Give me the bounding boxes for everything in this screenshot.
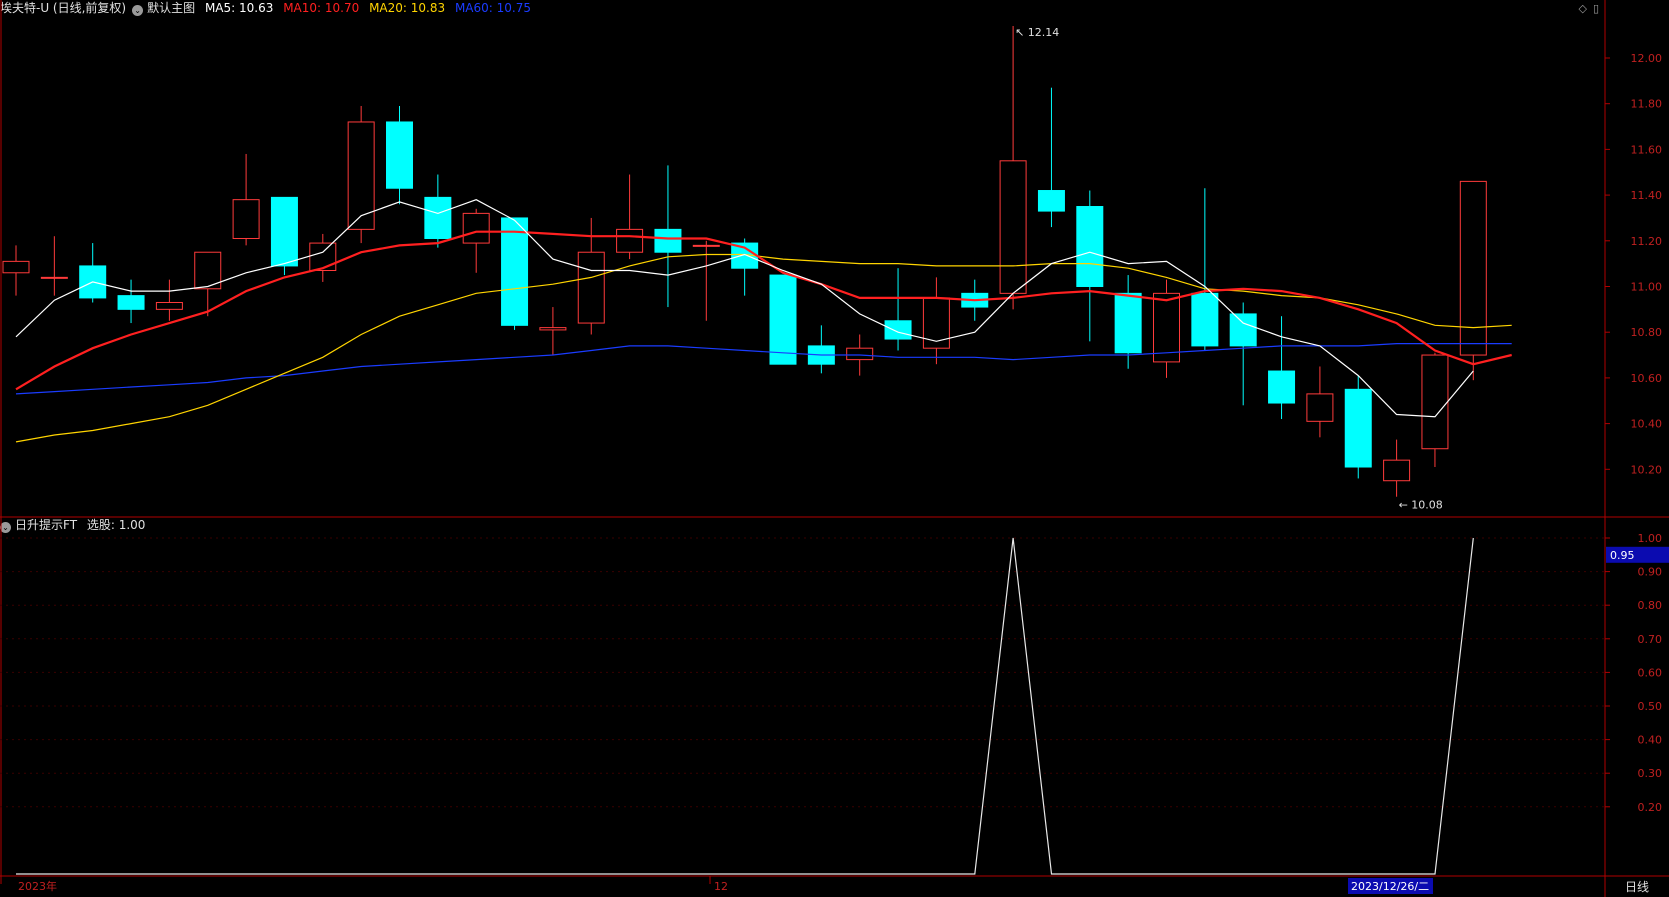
candle-body[interactable] <box>769 274 797 365</box>
candle-body[interactable] <box>270 196 298 267</box>
candle-body[interactable] <box>577 251 605 324</box>
indicator-tick-label: 0.80 <box>1638 599 1663 612</box>
indicator-tick-label: 0.50 <box>1638 700 1663 713</box>
indicator-tick-label: 1.00 <box>1638 532 1663 545</box>
candle-body[interactable] <box>1229 313 1257 347</box>
candle-body[interactable] <box>40 276 68 279</box>
period-label: 日线 <box>1625 880 1649 894</box>
candle-body[interactable] <box>309 242 337 271</box>
candle-body[interactable] <box>616 228 644 253</box>
candle-body[interactable] <box>1114 292 1142 354</box>
candle-body[interactable] <box>1421 354 1449 450</box>
candle-body[interactable] <box>1076 206 1104 287</box>
indicator-tick-label: 0.40 <box>1638 734 1663 747</box>
candle-body[interactable] <box>1459 180 1487 356</box>
candle-body[interactable] <box>155 301 183 310</box>
candle-body[interactable] <box>692 244 720 247</box>
indicator-tick-label: 0.60 <box>1638 666 1663 679</box>
indicator-tick-label: 0.20 <box>1638 801 1663 814</box>
price-tick-label: 11.80 <box>1631 98 1663 111</box>
candle-body[interactable] <box>2 260 30 274</box>
high-price-marker: ↖ 12.14 <box>1015 26 1059 39</box>
indicator-tick-label: 0.30 <box>1638 767 1663 780</box>
candle-body[interactable] <box>999 160 1027 294</box>
candle-body[interactable] <box>1383 459 1411 482</box>
price-tick-label: 10.40 <box>1631 418 1663 431</box>
candle-body[interactable] <box>1191 292 1219 347</box>
x-label-month: 12 <box>714 880 728 893</box>
indicator-tick-label: 0.70 <box>1638 633 1663 646</box>
x-label-cursor-date: 2023/12/26/二 <box>1351 880 1429 893</box>
indicator-tick-label: 0.90 <box>1638 566 1663 579</box>
candle-body[interactable] <box>1344 388 1372 468</box>
price-tick-label: 12.00 <box>1631 52 1663 65</box>
candle-body[interactable] <box>1153 292 1180 363</box>
kline-chart[interactable]: 10.20 10.40 10.60 10.80 11.00 11.20 11.40 11.60… <box>0 0 1669 897</box>
price-tick-label: 10.80 <box>1631 326 1663 339</box>
crosshair-value-label: 0.95 <box>1610 549 1635 562</box>
candle-body[interactable] <box>922 297 950 349</box>
candle-body[interactable] <box>462 212 490 244</box>
candle-body[interactable] <box>846 347 874 361</box>
candle-body[interactable] <box>347 121 375 230</box>
candle-body[interactable] <box>386 121 413 189</box>
price-tick-label: 11.00 <box>1631 280 1663 293</box>
price-tick-label: 11.60 <box>1631 143 1663 156</box>
candle-body[interactable] <box>501 217 529 326</box>
candle-body[interactable] <box>1306 393 1334 422</box>
price-tick-label: 10.20 <box>1631 463 1663 476</box>
candle-body[interactable] <box>884 320 912 340</box>
candle-body[interactable] <box>424 196 452 240</box>
ma10-line <box>15 230 1512 391</box>
ma20-line <box>15 253 1512 443</box>
price-tick-label: 11.40 <box>1631 189 1663 202</box>
candle-body[interactable] <box>1268 370 1296 404</box>
price-tick-label: 11.20 <box>1631 235 1663 248</box>
candle-body[interactable] <box>117 295 145 310</box>
candle-body[interactable] <box>1037 190 1065 212</box>
price-tick-label: 10.60 <box>1631 372 1663 385</box>
x-label-year: 2023年 <box>18 879 57 893</box>
candle-body[interactable] <box>539 327 567 331</box>
low-price-marker: ← 10.08 <box>1399 499 1443 512</box>
candle-body[interactable] <box>654 228 682 253</box>
candle-body[interactable] <box>232 199 260 240</box>
